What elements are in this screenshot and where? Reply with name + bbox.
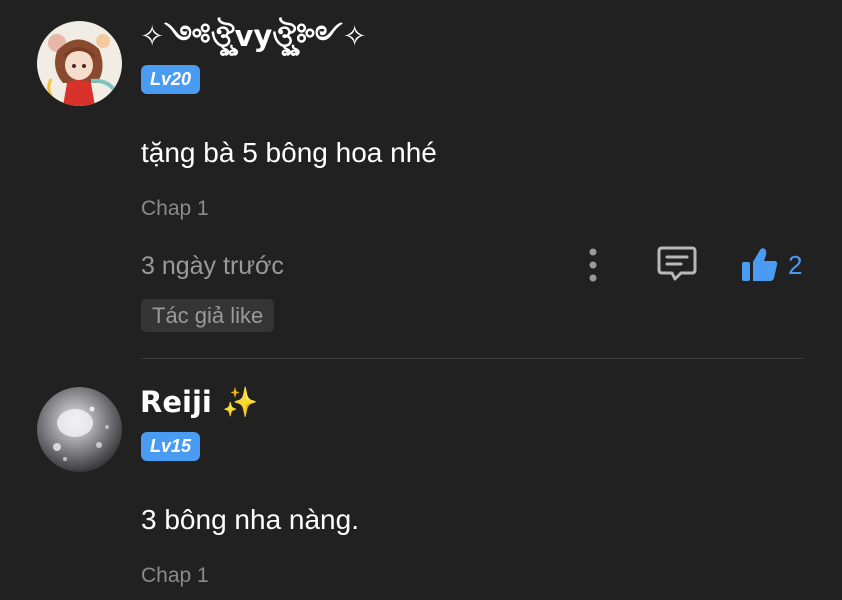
comment-reply-icon[interactable] bbox=[656, 243, 698, 283]
comment-text: 3 bông nha nàng. bbox=[141, 504, 359, 535]
author-like-badge: Tác giả like bbox=[141, 299, 275, 332]
comment-divider bbox=[141, 358, 804, 359]
comment-time: 3 ngày trước bbox=[141, 252, 284, 280]
level-badge: Lv20 bbox=[141, 65, 201, 94]
username-text: ✧༺ঔৣvyঔৣ༻✧ bbox=[140, 19, 367, 53]
avatar-sparkle-photo-image bbox=[37, 387, 122, 472]
level-badge: Lv15 bbox=[141, 432, 201, 461]
comment-username[interactable]: Reiji ✨ bbox=[140, 385, 258, 419]
username-text: Reiji bbox=[140, 385, 212, 419]
user-avatar[interactable] bbox=[37, 21, 122, 106]
chapter-label[interactable]: Chap 1 bbox=[141, 563, 209, 589]
comment-text: tặng bà 5 bông hoa nhé bbox=[141, 137, 437, 168]
thumbs-up-icon bbox=[742, 248, 778, 281]
like-button[interactable]: 2 bbox=[740, 244, 802, 286]
user-avatar[interactable] bbox=[37, 387, 122, 472]
sparkles-emoji: ✨ bbox=[221, 385, 259, 419]
chapter-label[interactable]: Chap 1 bbox=[141, 196, 209, 222]
avatar-anime-girl-image bbox=[37, 21, 122, 106]
like-count: 2 bbox=[788, 250, 803, 280]
more-vertical-icon[interactable] bbox=[580, 245, 606, 285]
comment-username[interactable]: ✧༺ঔৣvyঔৣ༻✧ bbox=[140, 19, 367, 53]
